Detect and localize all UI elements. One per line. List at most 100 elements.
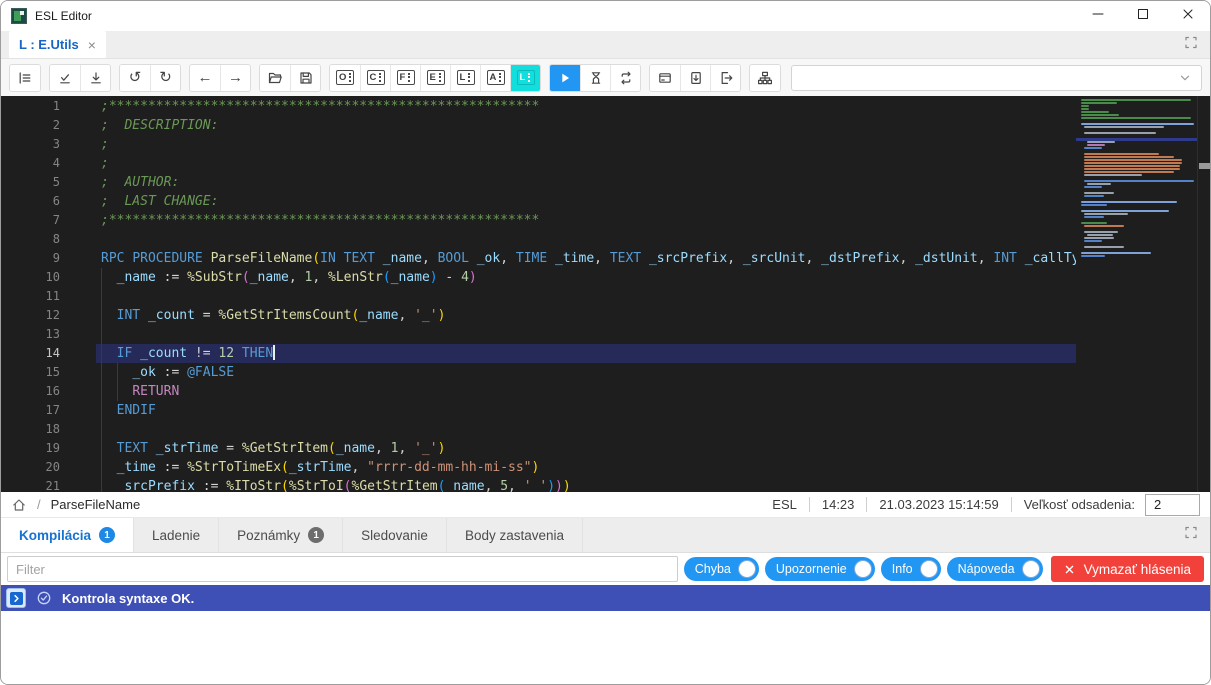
code-line[interactable]: ; LAST CHANGE: (96, 192, 1076, 211)
code-line[interactable]: ; AUTHOR: (96, 173, 1076, 192)
clear-messages-button[interactable]: Vymazať hlásenia (1051, 556, 1204, 582)
procedure-combobox[interactable] (791, 65, 1202, 91)
clear-messages-label: Vymazať hlásenia (1084, 562, 1191, 577)
indent-guide (101, 287, 102, 306)
panel-tab-pozn-mky[interactable]: Poznámky1 (219, 518, 343, 552)
navigate-back-button[interactable]: ← (190, 65, 220, 91)
call-tree-button[interactable] (750, 65, 780, 91)
list-C-button[interactable]: C (360, 65, 390, 91)
minimap[interactable] (1076, 96, 1197, 492)
undo-button[interactable]: ↺ (120, 65, 150, 91)
code-line[interactable] (96, 287, 1076, 306)
code-line[interactable] (96, 325, 1076, 344)
list-O-button[interactable]: O (330, 65, 360, 91)
syntax-check-button[interactable] (50, 65, 80, 91)
code-line[interactable]: ;***************************************… (96, 211, 1076, 230)
doc-export-icon (718, 70, 734, 86)
code-line[interactable]: ; DESCRIPTION: (96, 116, 1076, 135)
code-token: , (398, 308, 414, 323)
toggle-info[interactable]: Info (881, 557, 941, 581)
maximize-editor-icon[interactable] (1183, 34, 1199, 55)
panel-tab-sledovanie[interactable]: Sledovanie (343, 518, 447, 552)
panel-tab-kompil-cia[interactable]: Kompilácia1 (1, 518, 134, 552)
minimap-line (1081, 252, 1151, 254)
code-line[interactable]: ; (96, 135, 1076, 154)
code-token: ENDIF (117, 403, 156, 418)
maximize-panel-icon[interactable] (1183, 525, 1199, 546)
redo-button[interactable]: ↻ (150, 65, 180, 91)
code-token: , (500, 251, 516, 266)
export-document-button[interactable] (710, 65, 740, 91)
run-button[interactable] (550, 65, 580, 91)
code-line[interactable]: _srcPrefix := %IToStr(%StrToI(%GetStrIte… (96, 477, 1076, 492)
panel-tab-label: Ladenie (152, 528, 200, 543)
toggle-label: Nápoveda (958, 562, 1015, 576)
home-icon[interactable] (11, 497, 27, 513)
toggle-chyba[interactable]: Chyba (684, 557, 759, 581)
code-line[interactable] (96, 420, 1076, 439)
toolbar: ↺↻←→OCFELAL (1, 59, 1210, 96)
apply-button[interactable] (80, 65, 110, 91)
panel-button[interactable] (650, 65, 680, 91)
tab-close-icon[interactable]: × (88, 38, 96, 52)
toggle-pills: Chyba Upozornenie Info Nápoveda (684, 557, 1043, 581)
code-token: IN (320, 251, 336, 266)
save-button[interactable] (290, 65, 320, 91)
navigate-forward-button[interactable]: → (220, 65, 250, 91)
minimize-button[interactable] (1075, 1, 1120, 31)
expand-message-button[interactable] (6, 588, 26, 608)
indent-size-input[interactable] (1145, 494, 1200, 516)
code-token (641, 251, 649, 266)
minimap-line (1084, 156, 1174, 158)
list-L-button[interactable]: L (450, 65, 480, 91)
indent-guide (117, 382, 118, 401)
message-row[interactable]: Kontrola syntaxe OK. (1, 585, 1210, 611)
toggle-label: Upozornenie (776, 562, 847, 576)
list-E-button[interactable]: E (420, 65, 450, 91)
maximize-button[interactable] (1120, 1, 1165, 31)
code-line[interactable]: ENDIF (96, 401, 1076, 420)
code-token: ; (101, 156, 109, 171)
syntax-check-icon (57, 70, 73, 86)
filter-input[interactable] (7, 556, 678, 582)
code-token: _dstUnit (915, 251, 978, 266)
panel-tab-body-zastavenia[interactable]: Body zastavenia (447, 518, 583, 552)
code-token: _callType (1025, 251, 1076, 266)
line-number: 17 (1, 401, 96, 420)
breadcrumb-procedure-name[interactable]: ParseFileName (51, 497, 141, 512)
code-token: %GetStrItemsCount (218, 308, 351, 323)
panel-empty-area (1, 611, 1210, 684)
toggle-upozornenie[interactable]: Upozornenie (765, 557, 875, 581)
code-area[interactable]: ;***************************************… (96, 96, 1076, 492)
tab-e-utils[interactable]: L : E.Utils × (9, 31, 106, 58)
code-line[interactable]: INT _count = %GetStrItemsCount(_name, '_… (96, 306, 1076, 325)
code-line[interactable]: _time := %StrToTimeEx(_strTime, "rrrr-dd… (96, 458, 1076, 477)
format-indent-button[interactable] (10, 65, 40, 91)
repeat-button[interactable] (610, 65, 640, 91)
toggle-n-poveda[interactable]: Nápoveda (947, 557, 1043, 581)
import-document-button[interactable] (680, 65, 710, 91)
code-line[interactable]: _name := %SubStr(_name, 1, %LenStr(_name… (96, 268, 1076, 287)
code-line[interactable]: _ok := @FALSE (96, 363, 1076, 382)
code-line[interactable]: ; (96, 154, 1076, 173)
list-F-button[interactable]: F (390, 65, 420, 91)
editor-scrollbar[interactable] (1197, 96, 1210, 492)
code-line[interactable]: RPC PROCEDURE ParseFileName(IN TEXT _nam… (96, 249, 1076, 268)
code-token: %StrToTimeEx (187, 460, 281, 475)
code-line[interactable]: RETURN (96, 382, 1076, 401)
code-line[interactable]: ;***************************************… (96, 97, 1076, 116)
panel-tab-ladenie[interactable]: Ladenie (134, 518, 219, 552)
open-button[interactable] (260, 65, 290, 91)
code-line[interactable]: IF _count != 12 THEN (96, 344, 1076, 363)
code-line[interactable] (96, 230, 1076, 249)
code-line[interactable]: TEXT _strTime = %GetStrItem(_name, 1, '_… (96, 439, 1076, 458)
list-L-active-button[interactable]: L (510, 65, 540, 91)
wait-button[interactable] (580, 65, 610, 91)
toggle-label: Info (892, 562, 913, 576)
status-divider (866, 497, 867, 512)
list-A-button[interactable]: A (480, 65, 510, 91)
code-editor[interactable]: 123456789101112131415161718192021 ;*****… (1, 96, 1210, 492)
play-icon (557, 70, 573, 86)
close-button[interactable] (1165, 1, 1210, 31)
indent-guide (101, 439, 102, 458)
